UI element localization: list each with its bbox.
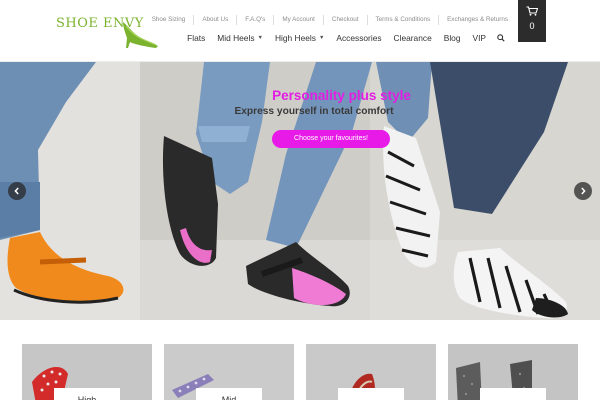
nav-item-high-heels[interactable]: High Heels ▼ — [269, 33, 330, 43]
hero-subtitle: Express yourself in total comfort — [234, 106, 394, 117]
cart-button[interactable]: 0 — [518, 0, 546, 42]
cart-count: 0 — [529, 21, 535, 31]
nav-item-label: Flats — [187, 33, 206, 43]
link-terms-conditions[interactable]: Terms & Conditions — [366, 15, 439, 25]
category-tile-3[interactable] — [306, 344, 436, 400]
link-checkout[interactable]: Checkout — [322, 15, 367, 25]
nav-item-blog[interactable]: Blog — [438, 33, 467, 43]
link-shoe-sizing[interactable]: Shoe Sizing — [144, 15, 194, 25]
link-my-account[interactable]: My Account — [273, 15, 323, 25]
nav-item-mid-heels[interactable]: Mid Heels ▼ — [211, 33, 269, 43]
category-tile-4[interactable] — [448, 344, 578, 400]
chevron-down-icon: ▼ — [318, 35, 325, 41]
slider-prev-button[interactable] — [8, 182, 26, 200]
nav-item-label: VIP — [472, 33, 487, 43]
category-tile-mid-heels[interactable]: Mid — [164, 344, 294, 400]
slider-next-button[interactable] — [574, 182, 592, 200]
choose-favourites-button[interactable]: Choose your favourites! — [272, 130, 390, 148]
chevron-down-icon: ▼ — [257, 35, 263, 41]
nav-item-label: Accessories — [336, 33, 382, 43]
nav-item-label: Clearance — [393, 33, 432, 43]
search-button[interactable] — [494, 31, 508, 45]
link-faqs[interactable]: F.A.Q's — [236, 15, 273, 25]
site-header: SHOE ENVY Shoe Sizing About Us F.A.Q's M… — [0, 0, 600, 62]
nav-item-clearance[interactable]: Clearance — [388, 33, 438, 43]
category-label: High — [54, 388, 120, 400]
hero-title: Personality plus style — [272, 88, 411, 103]
chevron-right-icon — [581, 187, 586, 195]
category-tile-high-heels[interactable]: High — [22, 344, 152, 400]
link-exchanges-returns[interactable]: Exchanges & Returns — [438, 15, 516, 25]
category-label: Mid — [196, 388, 262, 400]
nav-item-label: Mid Heels — [217, 33, 255, 43]
nav-item-flats[interactable]: Flats — [181, 33, 211, 43]
cart-icon — [526, 6, 538, 16]
nav-item-accessories[interactable]: Accessories — [330, 33, 387, 43]
nav-item-label: High Heels — [274, 33, 316, 43]
nav-item-vip[interactable]: VIP — [467, 33, 493, 43]
main-navigation: Flats Mid Heels ▼ High Heels ▼ Accessories… — [181, 31, 508, 45]
category-label — [480, 388, 546, 400]
hero-slider: Personality plus style Express yourself … — [0, 62, 600, 320]
link-about-us[interactable]: About Us — [193, 15, 236, 25]
nav-item-label: Blog — [443, 33, 461, 43]
search-icon — [497, 34, 505, 42]
category-tiles: High Mid — [0, 320, 600, 400]
category-label — [338, 388, 404, 400]
utility-links: Shoe Sizing About Us F.A.Q's My Account … — [144, 15, 516, 25]
chevron-left-icon — [14, 187, 19, 195]
